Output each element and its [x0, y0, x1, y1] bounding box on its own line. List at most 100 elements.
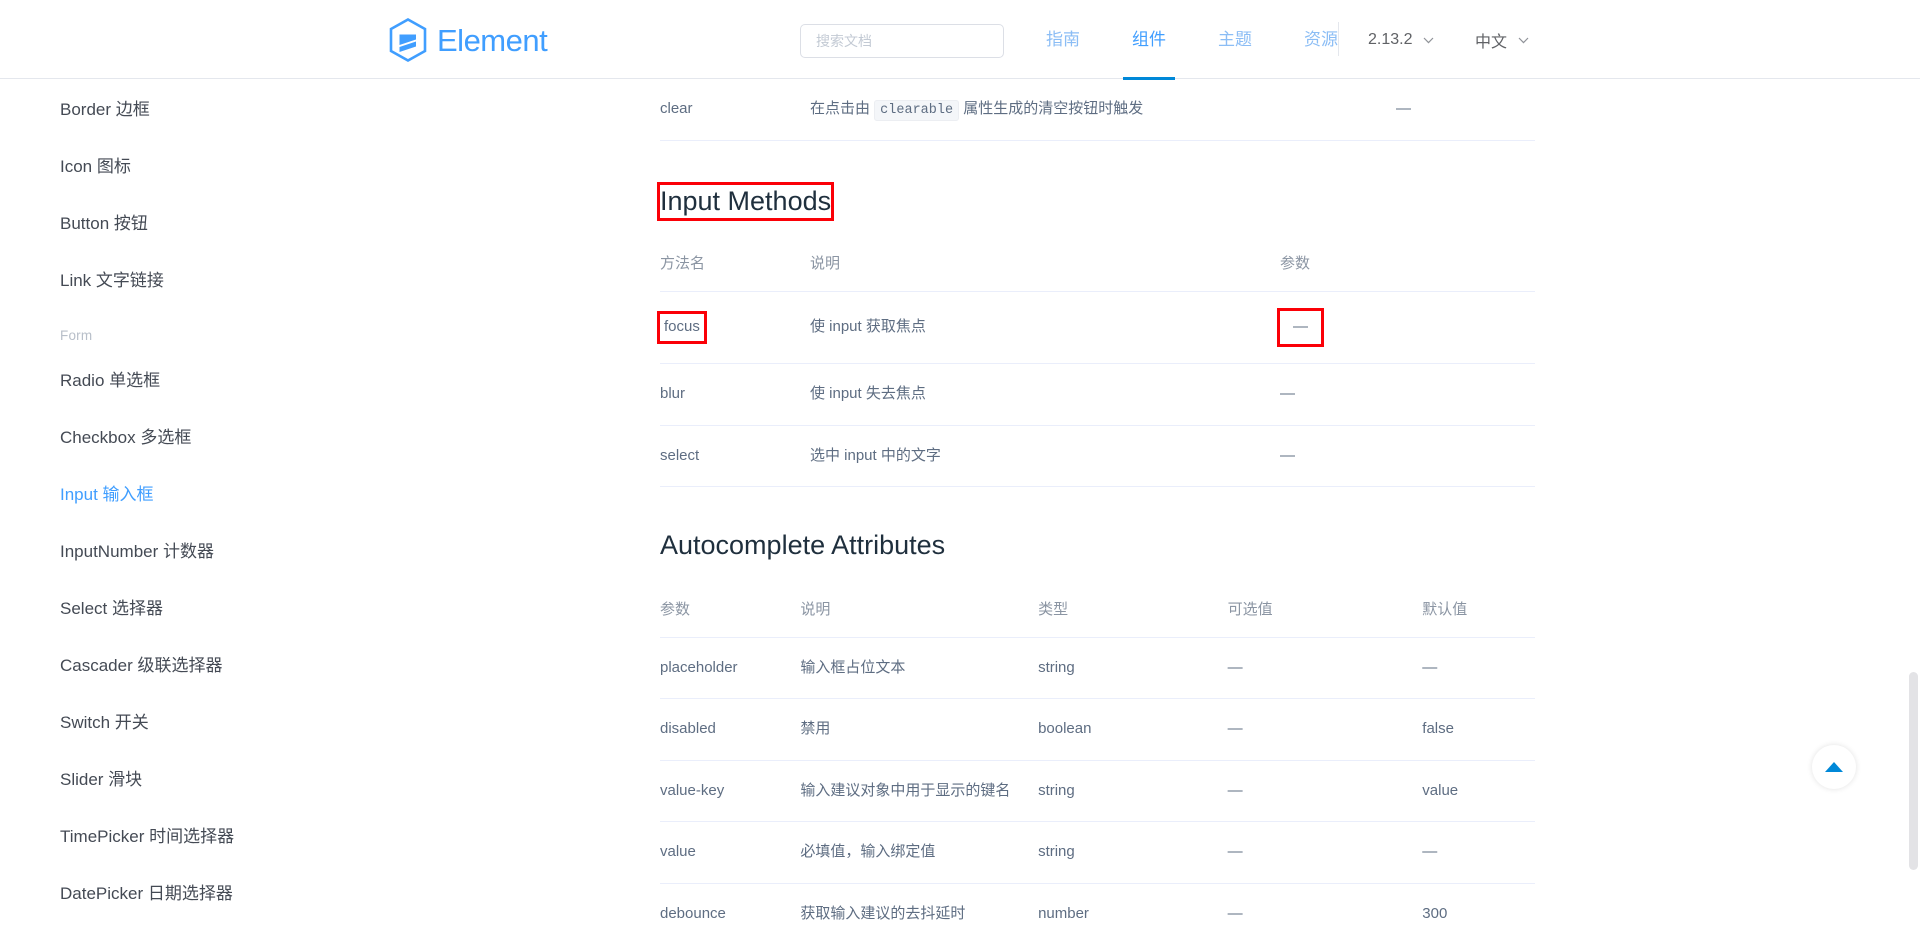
table-row: value 必填值，输入绑定值 string — —: [660, 821, 1535, 884]
th-type: 类型: [1038, 585, 1228, 638]
sidebar-item-slider[interactable]: Slider 滑块: [60, 771, 390, 788]
input-methods-heading-wrap: Input Methods: [656, 182, 1540, 221]
event-desc-before: 在点击由: [810, 100, 875, 117]
nav-item-resource[interactable]: 资源: [1278, 0, 1364, 79]
method-param-cell: —: [1277, 291, 1535, 365]
attr-options-cell: —: [1227, 637, 1423, 700]
attr-type-cell: string: [1038, 637, 1228, 700]
search-box[interactable]: [800, 24, 1004, 58]
event-param-cell: —: [1280, 79, 1535, 142]
table-row: blur 使 input 失去焦点 —: [660, 363, 1535, 426]
th-method-param: 参数: [1280, 239, 1535, 292]
attr-desc-cell: 输入建议对象中用于显示的键名: [800, 760, 1039, 823]
attr-default-cell: 300: [1422, 883, 1535, 937]
sidebar-item-inputnumber[interactable]: InputNumber 计数器: [60, 543, 390, 560]
site-logo-text: Element: [437, 22, 548, 58]
attr-options-cell: —: [1227, 821, 1423, 884]
attr-desc-cell: 获取输入建议的去抖延时: [800, 883, 1039, 937]
sidebar-item-select[interactable]: Select 选择器: [60, 600, 390, 617]
method-name-cell: select: [660, 425, 810, 488]
event-desc-cell: 在点击由 clearable 属性生成的清空按钮时触发: [810, 79, 1280, 142]
sidebar-item-icon[interactable]: Icon 图标: [60, 158, 390, 175]
th-param: 参数: [660, 585, 801, 638]
method-name-cell: blur: [660, 363, 810, 426]
attr-options-cell: —: [1227, 760, 1423, 823]
sidebar-group-form: Form: [60, 328, 93, 343]
chevron-down-icon: [1424, 37, 1434, 44]
attr-default-cell: —: [1422, 637, 1535, 700]
attr-options-cell: —: [1227, 883, 1423, 937]
attr-type-cell: number: [1038, 883, 1228, 937]
input-methods-title: Input Methods: [656, 182, 835, 221]
attr-default-cell: value: [1422, 760, 1535, 823]
site-logo[interactable]: Element: [388, 18, 548, 62]
attr-param-cell: value: [660, 821, 801, 884]
sidebar-item-button[interactable]: Button 按钮: [60, 215, 390, 232]
table-row: clear 在点击由 clearable 属性生成的清空按钮时触发 —: [660, 79, 1535, 142]
method-name-cell: focus: [657, 291, 810, 365]
method-param-cell: —: [1280, 425, 1535, 488]
chevron-down-icon: [1518, 37, 1529, 44]
table-row: focus 使 input 获取焦点 —: [657, 291, 1535, 365]
attr-param-cell: disabled: [660, 698, 801, 761]
page-root: Element 指南 组件 主题 资源 2.13.2 中文 Borde: [0, 0, 1920, 937]
version-select-label: 2.13.2: [1368, 30, 1413, 48]
nav-item-components[interactable]: 组件: [1106, 0, 1192, 79]
nav-item-guide[interactable]: 指南: [1020, 0, 1106, 79]
attr-type-cell: boolean: [1038, 698, 1228, 761]
table-header-row: 方法名 说明 参数: [660, 239, 1535, 292]
attr-param-cell: value-key: [660, 760, 801, 823]
event-name-cell: clear: [660, 79, 810, 142]
sidebar-item-switch[interactable]: Switch 开关: [60, 714, 390, 731]
header-divider: [1338, 22, 1339, 56]
th-default: 默认值: [1422, 585, 1535, 638]
back-to-top-button[interactable]: [1812, 745, 1856, 789]
sidebar-item-radio[interactable]: Radio 单选框: [60, 372, 390, 389]
version-select[interactable]: 2.13.2: [1368, 0, 1434, 79]
element-hexagon-logo-icon: [389, 18, 427, 62]
table-row: disabled 禁用 boolean — false: [660, 698, 1535, 761]
attr-type-cell: string: [1038, 821, 1228, 884]
doc-body: clear 在点击由 clearable 属性生成的清空按钮时触发 — Inpu…: [656, 79, 1540, 937]
attr-desc-cell: 必填值，输入绑定值: [800, 821, 1039, 884]
attr-desc-cell: 输入框占位文本: [800, 637, 1039, 700]
attr-default-cell: —: [1422, 821, 1535, 884]
th-method-name: 方法名: [660, 239, 810, 292]
method-desc-cell: 使 input 失去焦点: [810, 363, 1280, 426]
autocomplete-attributes-title: Autocomplete Attributes: [660, 530, 946, 561]
search-input[interactable]: [814, 32, 990, 50]
table-header-row: 参数 说明 类型 可选值 默认值: [660, 585, 1535, 638]
inline-code-clearable: clearable: [874, 100, 960, 121]
sidebar-item-cascader[interactable]: Cascader 级联选择器: [60, 657, 390, 674]
th-desc: 说明: [800, 585, 1039, 638]
page-scrollbar-thumb[interactable]: [1909, 672, 1918, 870]
language-select-label: 中文: [1475, 33, 1508, 51]
event-desc-after: 属性生成的清空按钮时触发: [959, 100, 1144, 117]
site-header: Element 指南 组件 主题 资源 2.13.2 中文: [0, 0, 1920, 79]
method-param-cell: —: [1280, 363, 1535, 426]
main-nav: 指南 组件 主题 资源: [1020, 0, 1364, 79]
attr-type-cell: string: [1038, 760, 1228, 823]
sidebar-item-input[interactable]: Input 输入框: [60, 486, 390, 503]
sidebar-item-border[interactable]: Border 边框: [60, 101, 390, 118]
method-param-focus: —: [1277, 307, 1324, 348]
table-row: select 选中 input 中的文字 —: [660, 425, 1535, 488]
language-select[interactable]: 中文: [1475, 0, 1529, 79]
sidebar-item-timepicker[interactable]: TimePicker 时间选择器: [60, 828, 390, 845]
attr-options-cell: —: [1227, 698, 1423, 761]
attr-desc-cell: 禁用: [800, 698, 1039, 761]
input-methods-table: 方法名 说明 参数 focus 使 input 获取焦点 — blur 使 in…: [657, 239, 1535, 488]
triangle-up-icon: [1825, 762, 1843, 772]
attr-default-cell: false: [1422, 698, 1535, 761]
sidebar-list: Border 边框 Icon 图标 Button 按钮 Link 文字链接 Fo…: [60, 101, 390, 937]
sidebar-item-checkbox[interactable]: Checkbox 多选框: [60, 429, 390, 446]
sidebar-item-link[interactable]: Link 文字链接: [60, 272, 390, 289]
method-desc-cell: 使 input 获取焦点: [810, 291, 1280, 365]
nav-item-theme[interactable]: 主题: [1192, 0, 1278, 79]
sidebar-item-datepicker[interactable]: DatePicker 日期选择器: [60, 885, 390, 902]
th-method-desc: 说明: [810, 239, 1280, 292]
attr-param-cell: debounce: [660, 883, 801, 937]
events-table-partial: clear 在点击由 clearable 属性生成的清空按钮时触发 —: [660, 79, 1535, 142]
autocomplete-attributes-table: 参数 说明 类型 可选值 默认值 placeholder 输入框占位文本 str…: [660, 585, 1535, 937]
table-row: debounce 获取输入建议的去抖延时 number — 300: [660, 883, 1535, 937]
